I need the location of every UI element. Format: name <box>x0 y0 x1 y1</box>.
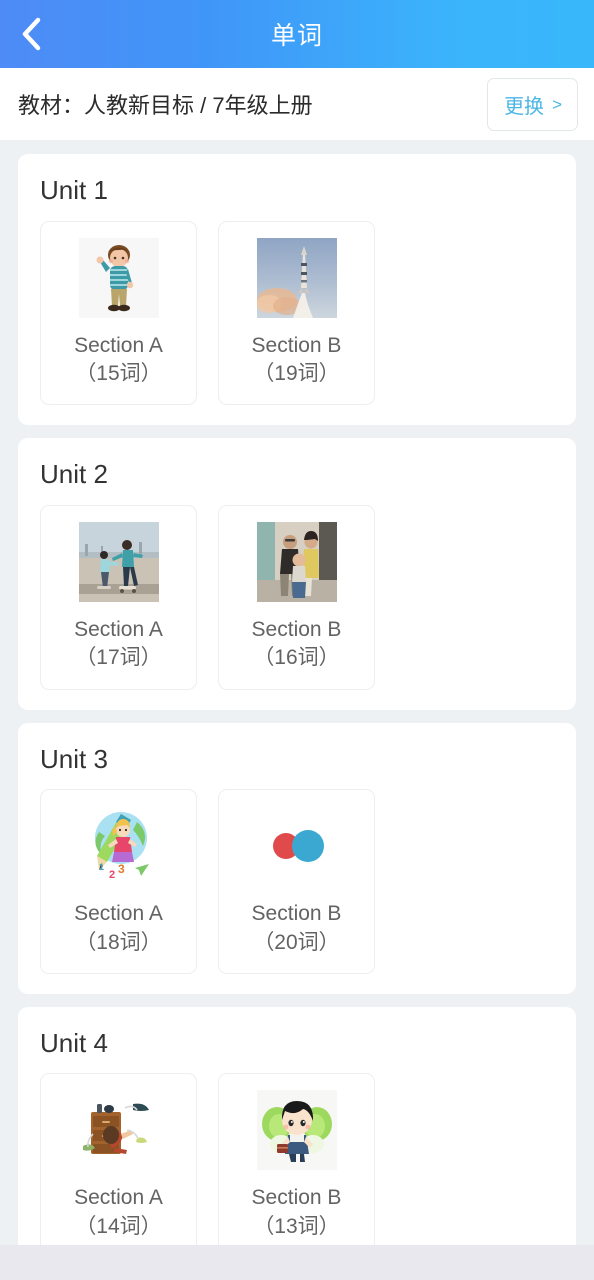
section-count: （15词） <box>75 361 162 385</box>
unit-card: Unit 4 Section A （14词） Section B （13词） <box>18 1006 576 1279</box>
section-tile-unit4-b[interactable]: Section B （13词） <box>218 1073 375 1259</box>
unit-card: Unit 3 2 3 1 Section A （18词） Section B （… <box>18 722 576 994</box>
section-row: Section A （15词） Section B （19词） <box>40 220 554 406</box>
two-circles-icon <box>256 806 337 887</box>
section-count: （16词） <box>253 646 340 670</box>
textbook-bar: 教材：人教新目标 / 7年级上册 更换 > <box>0 68 594 140</box>
unit-title: Unit 2 <box>40 459 108 490</box>
girl-with-pencil-illustration: 2 3 1 <box>78 806 159 887</box>
section-name: Section B <box>251 617 342 641</box>
back-button[interactable] <box>0 0 62 68</box>
section-count: （17词） <box>75 646 162 670</box>
section-row: Section A （17词） Section B （16词） <box>40 504 554 690</box>
dresser-search-illustration <box>78 1090 159 1171</box>
section-tile-unit1-a[interactable]: Section A （15词） <box>40 220 197 406</box>
section-tile-unit4-a[interactable]: Section A （14词） <box>40 1073 197 1259</box>
unit-card: Unit 2 Section A （17词） Section B （16词） <box>18 438 576 710</box>
rocket-launch-image <box>256 237 337 318</box>
unit-list-scroll-area[interactable]: Unit 1 Section A （15词） Section B （19词） U… <box>0 140 594 1280</box>
chevron-left-icon <box>19 17 43 51</box>
section-name: Section A <box>74 1186 163 1210</box>
section-name: Section A <box>74 617 163 641</box>
section-name: Section B <box>251 902 342 926</box>
section-name: Section B <box>251 1186 342 1210</box>
kids-skateboarding-image <box>78 521 159 602</box>
change-textbook-label: 更换 <box>504 95 545 118</box>
svg-text:1: 1 <box>99 862 104 872</box>
unit-title: Unit 4 <box>40 1027 108 1058</box>
section-count: （14词） <box>75 1214 162 1238</box>
svg-text:3: 3 <box>118 862 125 876</box>
change-textbook-button[interactable]: 更换 > <box>487 77 578 131</box>
section-tile-unit1-b[interactable]: Section B （19词） <box>218 220 375 406</box>
section-row: 2 3 1 Section A （18词） Section B （20词） <box>40 789 554 974</box>
page-title: 单词 <box>270 22 323 50</box>
chibi-cabbage-illustration <box>256 1090 337 1171</box>
unit-title: Unit 1 <box>40 175 108 205</box>
chevron-right-icon: > <box>552 94 562 114</box>
section-name: Section B <box>251 333 342 357</box>
section-count: （20词） <box>253 930 340 954</box>
boy-waving-image <box>78 237 159 318</box>
section-tile-unit3-a[interactable]: 2 3 1 Section A （18词） <box>40 789 197 974</box>
unit-title: Unit 3 <box>40 743 108 774</box>
section-row: Section A （14词） Section B （13词） <box>40 1073 554 1259</box>
section-tile-unit2-a[interactable]: Section A （17词） <box>40 504 197 690</box>
section-tile-unit2-b[interactable]: Section B （16词） <box>218 504 375 690</box>
section-count: （19词） <box>253 361 340 385</box>
unit-card: Unit 1 Section A （15词） Section B （19词） <box>18 154 576 426</box>
section-name: Section A <box>74 333 163 357</box>
section-name: Section A <box>74 902 163 926</box>
family-photo-image <box>256 521 337 602</box>
svg-text:2: 2 <box>109 869 115 881</box>
app-header: 单词 <box>0 0 594 68</box>
textbook-label: 教材：人教新目标 / 7年级上册 <box>18 93 313 118</box>
bottom-system-bar <box>0 1245 594 1280</box>
section-count: （18词） <box>75 930 162 954</box>
section-count: （13词） <box>253 1214 340 1238</box>
section-tile-unit3-b[interactable]: Section B （20词） <box>218 789 375 974</box>
